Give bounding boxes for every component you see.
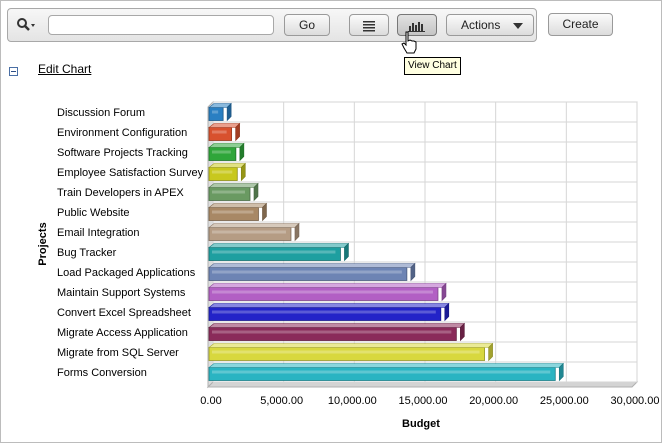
bar-highlight [212, 190, 245, 194]
bar-top [208, 243, 350, 248]
bar-highlight [212, 290, 433, 294]
bar-top [208, 143, 245, 148]
bar [208, 167, 238, 181]
bar [208, 367, 556, 381]
category-label: Migrate Access Application [57, 327, 188, 339]
bar-top [208, 163, 246, 168]
budget-bar-chart: 0.00 5,000.00 10,000.00 15,000.00 20,000.00 2… [37, 100, 660, 430]
bar [208, 187, 251, 201]
category-label: Migrate from SQL Server [57, 347, 179, 359]
x-tick-label: 15,000.00 [399, 395, 448, 407]
bar-highlight [212, 210, 254, 214]
category-label: Discussion Forum [57, 107, 145, 119]
bar-top [208, 223, 300, 228]
bar [208, 247, 341, 261]
category-label: Public Website [57, 207, 130, 219]
bar-top [208, 323, 466, 328]
bar-top [208, 303, 450, 308]
bar-highlight [212, 330, 452, 334]
bar [208, 327, 457, 341]
bar [208, 127, 233, 141]
chart-floor [206, 381, 639, 388]
bar [208, 347, 486, 361]
bar-highlight [212, 150, 231, 154]
bar-highlight [212, 170, 233, 174]
x-tick-label: 0.00 [200, 395, 221, 407]
category-label: Software Projects Tracking [57, 147, 188, 159]
x-tick-label: 25,000.00 [540, 395, 589, 407]
bar-top [208, 343, 494, 348]
category-label: Convert Excel Spreadsheet [57, 307, 191, 319]
category-label: Environment Configuration [57, 127, 187, 139]
bar-highlight [212, 130, 227, 134]
bar-highlight [212, 110, 219, 114]
bar [208, 107, 224, 121]
bar-highlight [212, 270, 402, 274]
bar-top [208, 363, 564, 368]
y-axis-title: Projects [37, 222, 49, 265]
category-label: Bug Tracker [57, 247, 117, 259]
bar [208, 147, 237, 161]
category-label: Train Developers in APEX [57, 187, 184, 199]
bar-highlight [212, 310, 436, 314]
bar-highlight [212, 230, 286, 234]
x-axis-title: Budget [402, 418, 440, 430]
category-label: Load Packaged Applications [57, 267, 196, 279]
category-label: Maintain Support Systems [57, 287, 186, 299]
bar-top [208, 203, 268, 208]
bar [208, 207, 259, 221]
x-tick-label: 30,000.00 [611, 395, 660, 407]
bar-highlight [212, 250, 336, 254]
bar-highlight [212, 350, 480, 354]
x-tick-label: 5,000.00 [260, 395, 303, 407]
category-label: Email Integration [57, 227, 140, 239]
bar [208, 227, 292, 241]
category-label: Forms Conversion [57, 367, 147, 379]
x-tick-label: 10,000.00 [328, 395, 377, 407]
x-tick-label: 20,000.00 [469, 395, 518, 407]
bar-top [208, 263, 416, 268]
bar-highlight [212, 370, 551, 374]
bar-top [208, 283, 447, 288]
bar [208, 307, 442, 321]
bar [208, 267, 408, 281]
bar [208, 287, 439, 301]
bar-top [208, 183, 259, 188]
bar-top [208, 123, 241, 128]
category-label: Employee Satisfaction Survey [57, 167, 204, 179]
